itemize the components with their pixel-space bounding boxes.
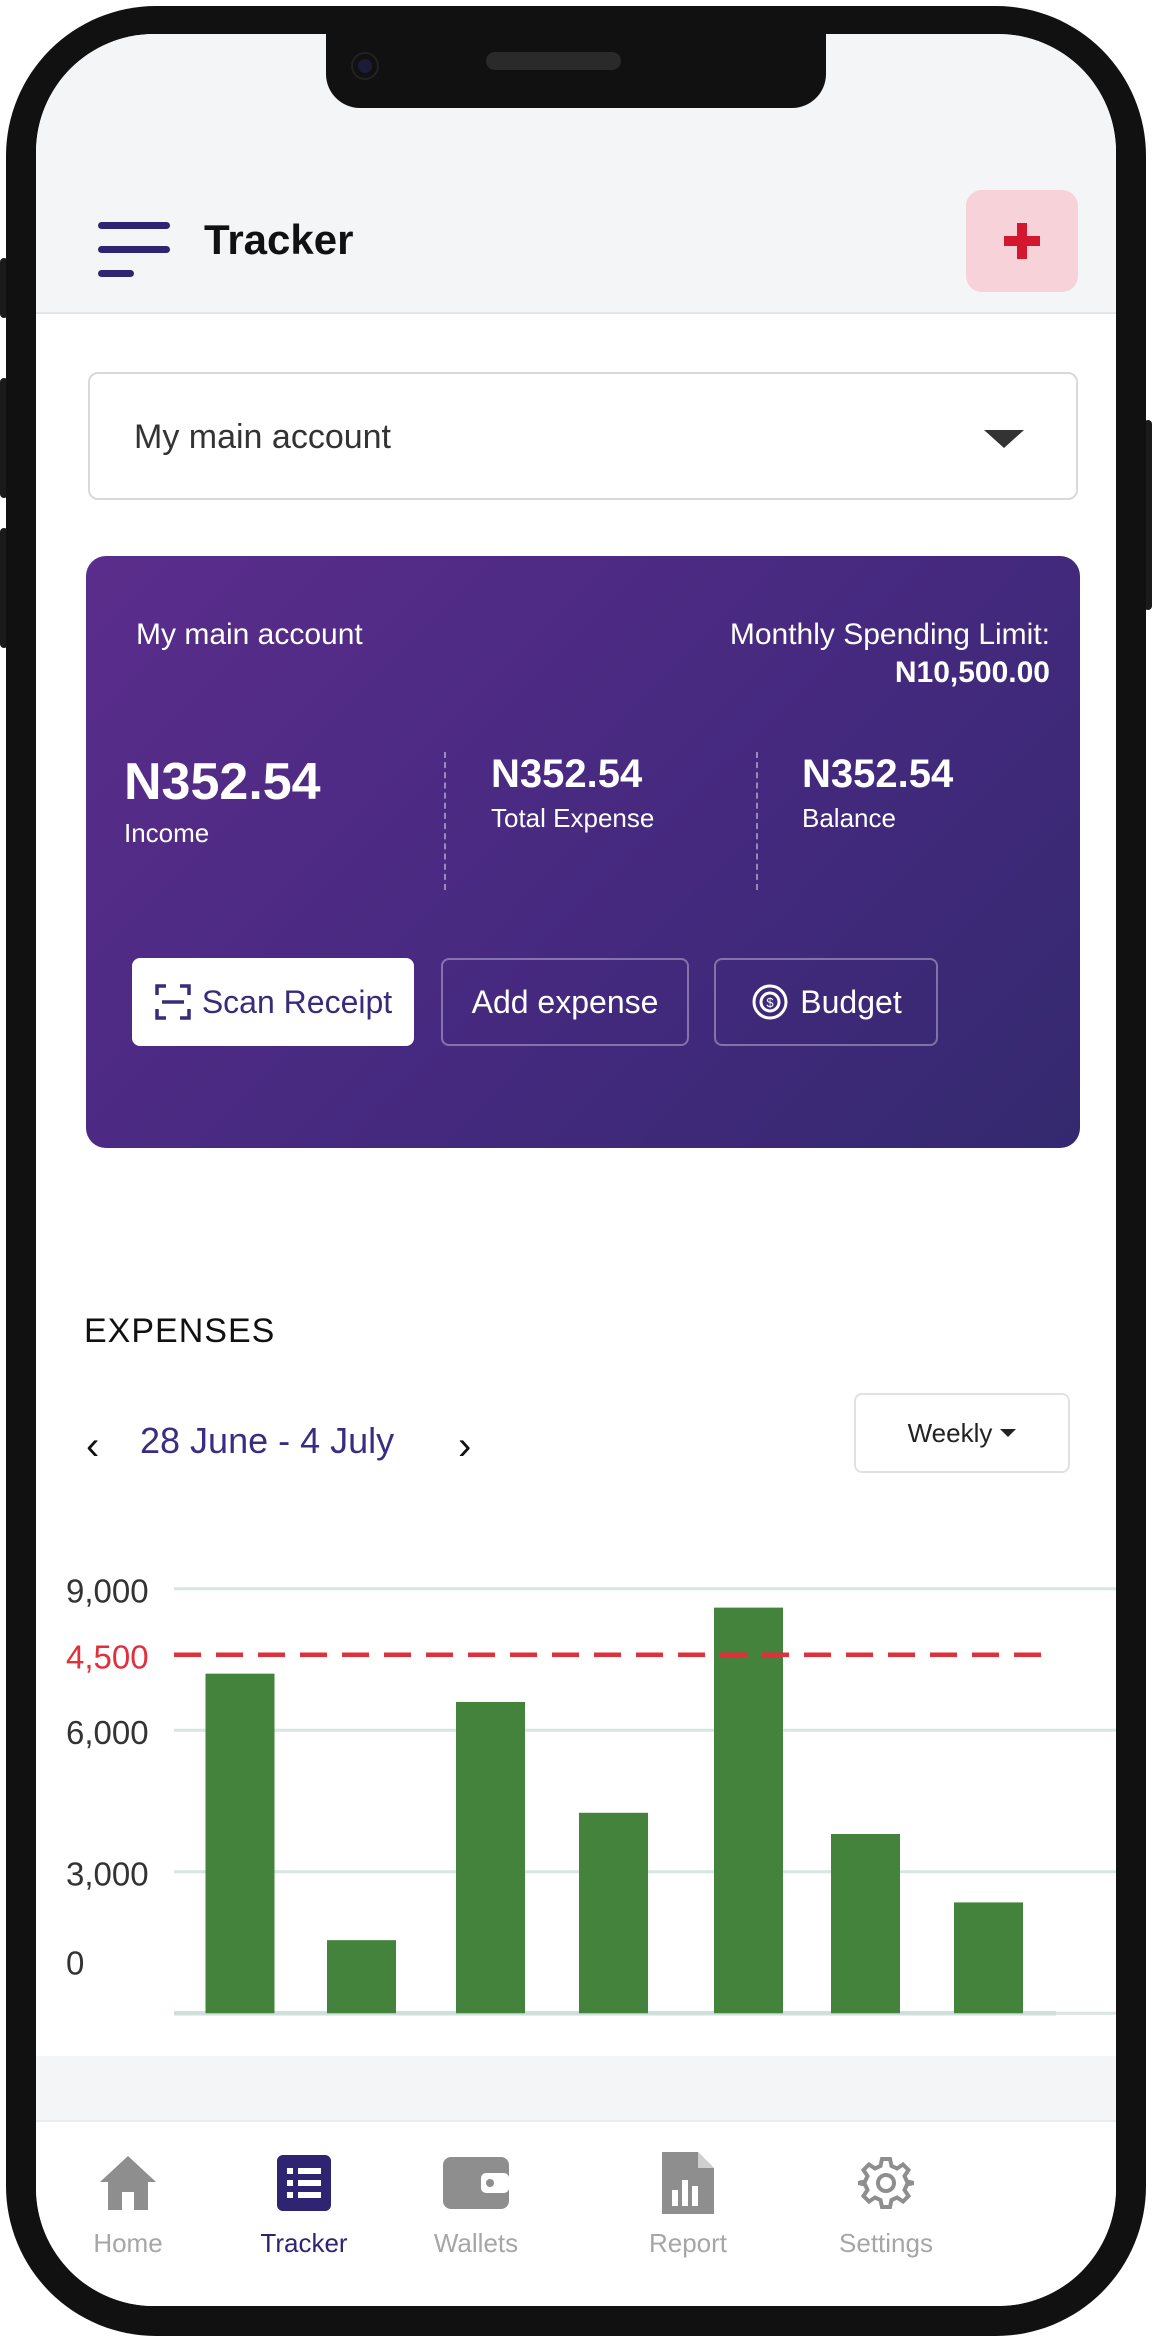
chart-bar [954,1902,1023,2014]
scan-receipt-button[interactable]: Scan Receipt [132,958,414,1046]
settings-icon [858,2157,914,2209]
home-icon [100,2156,156,2210]
notch [326,34,826,108]
earpiece-speaker [486,52,621,70]
tab-settings-label: Settings [839,2228,933,2258]
tab-report[interactable]: Report [598,2152,778,2259]
total-expense-label: Total Expense [491,803,655,833]
chart-bar [831,1834,900,2014]
tab-wallets[interactable]: Wallets [386,2152,566,2259]
date-range: 28 June - 4 July [140,1420,395,1461]
tab-report-label: Report [648,2228,728,2258]
footer-spacer [36,2056,1116,2120]
chart-bar [456,1701,525,2014]
scan-icon [155,984,191,1020]
expenses-bar-chart: 03,0006,0004,5009,000MonTueWedThuFriSatS… [66,1572,1116,2016]
add-expense-label: Add expense [471,983,659,1020]
plus-icon [1004,223,1040,259]
spending-limit-label: Monthly Spending Limit: [729,618,1050,651]
chart-y-tick-label: 6,000 [66,1714,149,1751]
tab-tracker[interactable]: Tracker [214,2152,394,2259]
tab-home-label: Home [93,2228,163,2258]
tab-wallets-label: Wallets [433,2228,519,2258]
total-expense-amount: N352.54 [491,752,643,796]
budget-button[interactable]: $ Budget [714,958,938,1046]
tab-home[interactable]: Home [38,2152,218,2259]
page-title: Tracker [204,216,354,263]
stat-divider [444,752,446,890]
account-summary-card: My main account Monthly Spending Limit: … [86,556,1080,1148]
balance-amount: N352.54 [802,752,954,796]
wallet-icon [443,2157,509,2209]
card-account-name: My main account [136,618,363,651]
tab-tracker-label: Tracker [260,2228,348,2258]
prev-week-arrow[interactable]: ‹ [86,1424,99,1469]
budget-label: Budget [800,983,902,1020]
expenses-title: EXPENSES [84,1312,276,1350]
account-select-value: My main account [134,418,391,456]
chart-bar [327,1940,396,2014]
income-label: Income [124,818,210,848]
app-screen: Tracker My main account My main account … [36,34,1116,2306]
bottom-tab-bar: Home Tracker Wallets Report Settings [36,2120,1116,2306]
chart-bar [579,1812,648,2014]
stat-divider [756,752,758,890]
add-expense-button[interactable]: Add expense [441,958,689,1046]
account-select[interactable]: My main account [88,372,1078,500]
chevron-down-icon [984,430,1024,448]
svg-text:$: $ [767,995,775,1010]
phone-frame: Tracker My main account My main account … [0,0,1152,2343]
report-icon [662,2152,714,2214]
balance-stat: N352.54 Balance [802,752,953,834]
income-stat: N352.54 Income [124,752,321,849]
tab-settings[interactable]: Settings [796,2152,976,2259]
chart-y-tick-label: 9,000 [66,1572,149,1609]
add-button[interactable] [966,190,1078,292]
total-expense-stat: N352.54 Total Expense [491,752,654,834]
budget-icon: $ [752,984,788,1020]
front-camera [353,54,377,78]
period-dropdown[interactable]: Weekly [854,1393,1070,1473]
tracker-icon [277,2155,331,2211]
caret-down-icon [1000,1429,1017,1437]
balance-label: Balance [802,803,896,833]
next-week-arrow[interactable]: › [458,1424,471,1469]
income-amount: N352.54 [124,753,321,811]
chart-bar [205,1673,275,2014]
chart-y-tick-label: 3,000 [66,1855,149,1892]
chart-y-tick-label: 4,500 [66,1638,149,1675]
chart-bar [714,1607,783,2014]
chart-y-tick-label: 0 [66,1944,84,1981]
menu-icon[interactable] [98,222,174,280]
spending-limit-value: N10,500.00 [894,656,1050,689]
period-value: Weekly [907,1417,993,1448]
scan-receipt-label: Scan Receipt [201,983,393,1020]
